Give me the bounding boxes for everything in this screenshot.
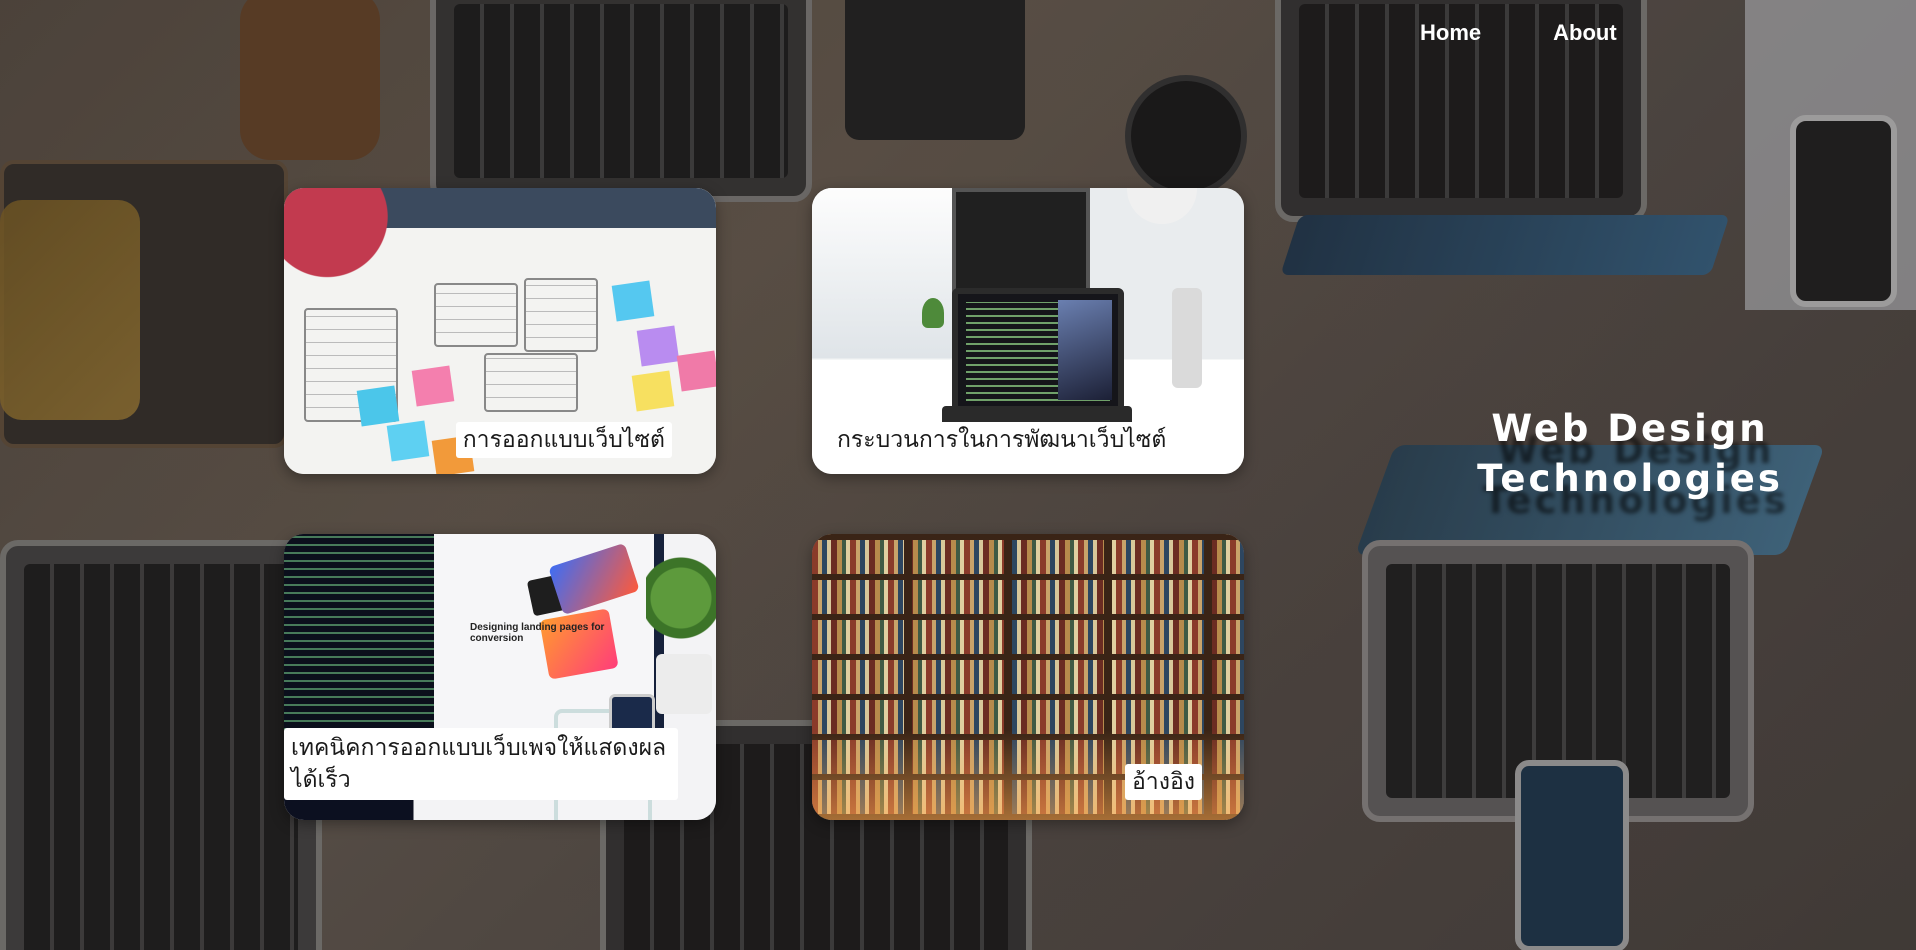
nav-about-link[interactable]: About <box>1553 18 1617 48</box>
card-label: กระบวนการในการพัฒนาเว็บไซต์ <box>830 422 1174 458</box>
top-nav: Home About <box>1420 18 1617 48</box>
monitor-headline-text: Designing landing pages for conversion <box>470 622 605 644</box>
card-label: การออกแบบเว็บไซต์ <box>455 422 672 458</box>
card-development-process[interactable]: กระบวนการในการพัฒนาเว็บไซต์ <box>812 188 1244 474</box>
nav-home-link[interactable]: Home <box>1420 18 1481 48</box>
hero-title-line: Web Design <box>1491 407 1769 450</box>
card-web-design[interactable]: การออกแบบเว็บไซต์ <box>284 188 716 474</box>
card-fast-webpage-techniques[interactable]: Designing landing pages for conversion เ… <box>284 534 716 820</box>
hero-title: Web Design Technologies <box>1470 404 1790 504</box>
card-references[interactable]: อ้างอิง <box>812 534 1244 820</box>
card-label: อ้างอิง <box>1124 764 1202 800</box>
page-root: Home About การออกแบบเว็บไซต์ กระบวนการใน… <box>0 0 1916 950</box>
hero-title-line: Technologies <box>1477 457 1783 500</box>
card-label: เทคนิคการออกแบบเว็บเพจให้แสดงผลได้เร็ว <box>284 728 678 800</box>
